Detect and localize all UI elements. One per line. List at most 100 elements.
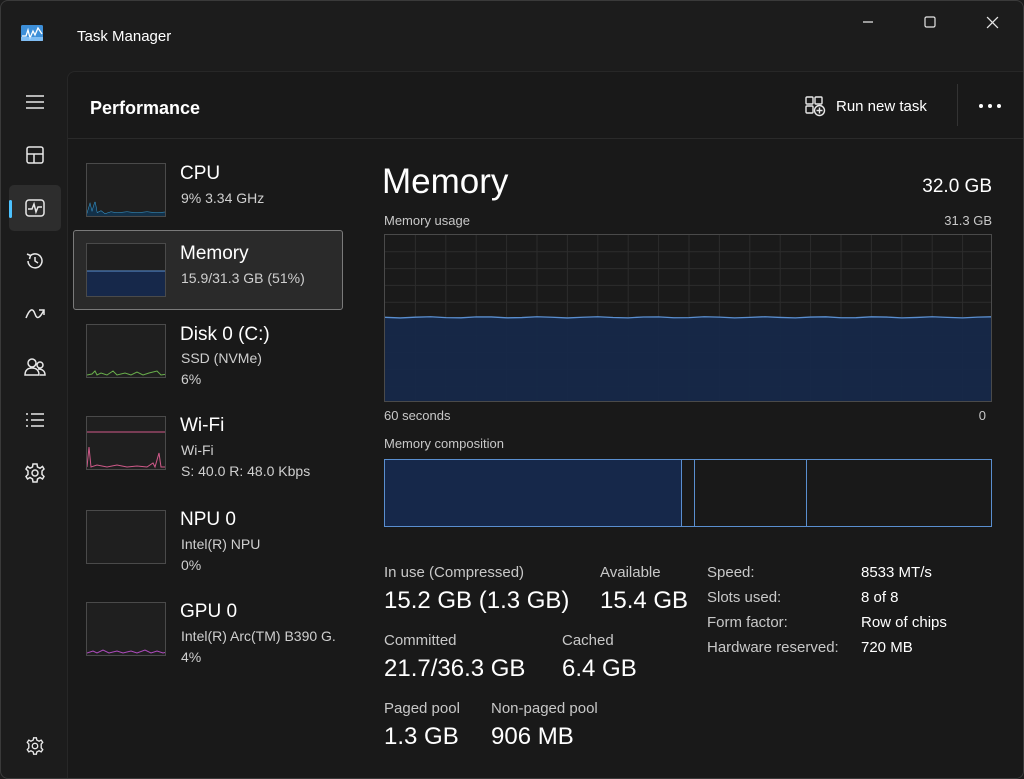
memory-usage-chart [385, 235, 991, 401]
resource-name: NPU 0 [180, 509, 236, 530]
memory-composition-bar [384, 459, 992, 527]
menu-icon [26, 95, 44, 109]
services-icon [25, 463, 45, 483]
resource-detail: Intel(R) NPU [181, 536, 261, 552]
navigation-rail [1, 71, 67, 778]
cpu-thumbnail [86, 163, 166, 217]
page-header: Performance Run new task [68, 72, 1023, 139]
resource-gpu[interactable]: GPU 0 Intel(R) Arc(TM) B390 G. 4% [73, 589, 343, 669]
header-separator [957, 84, 958, 126]
composition-free [807, 460, 991, 526]
resource-memory[interactable]: Memory 15.9/31.3 GB (51%) [73, 230, 343, 310]
run-new-task-icon [805, 96, 826, 117]
users-icon [24, 358, 46, 376]
resource-detail: 9% 3.34 GHz [181, 190, 265, 206]
graph-time-left: 60 seconds [384, 408, 451, 423]
more-options-button[interactable] [970, 92, 1010, 120]
resource-detail: Intel(R) Arc(TM) B390 G. [181, 628, 336, 644]
nav-details[interactable] [9, 397, 61, 443]
memory-usage-label: Memory usage [384, 213, 470, 228]
app-history-icon [26, 253, 43, 269]
nonpaged-pool-value: 906 MB [491, 723, 574, 750]
active-indicator [9, 200, 12, 218]
paged-pool-label: Paged pool [384, 700, 460, 717]
slots-value: 8 of 8 [861, 589, 899, 606]
cached-value: 6.4 GB [562, 655, 637, 682]
run-new-task-label: Run new task [836, 97, 927, 115]
nav-settings[interactable] [9, 723, 61, 769]
performance-icon [25, 199, 45, 217]
resource-detail: SSD (NVMe) [181, 350, 262, 366]
resource-name: Wi-Fi [180, 415, 225, 436]
resource-detail: 15.9/31.3 GB (51%) [181, 270, 305, 286]
disk-thumbnail [86, 324, 166, 378]
nav-performance[interactable] [9, 185, 61, 231]
wifi-thumbnail [86, 416, 166, 470]
speed-label: Speed: [707, 564, 755, 581]
hardware-reserved-value: 720 MB [861, 639, 913, 656]
paged-pool-value: 1.3 GB [384, 723, 459, 750]
committed-value: 21.7/36.3 GB [384, 655, 526, 682]
run-new-task-button[interactable]: Run new task [804, 92, 927, 120]
startup-apps-icon [25, 309, 45, 319]
committed-label: Committed [384, 632, 457, 649]
resource-name: Memory [180, 243, 249, 264]
processes-icon [26, 146, 44, 164]
page-title: Performance [90, 98, 201, 118]
hardware-reserved-label: Hardware reserved: [707, 639, 839, 656]
close-button[interactable] [961, 7, 1023, 37]
cached-label: Cached [562, 632, 614, 649]
speed-value: 8533 MT/s [861, 564, 932, 581]
resource-cpu[interactable]: CPU 9% 3.34 GHz [73, 150, 343, 230]
composition-in-use [385, 460, 682, 526]
minimize-icon [863, 21, 873, 23]
resource-name: CPU [180, 163, 221, 184]
nav-app-history[interactable] [9, 238, 61, 284]
available-value: 15.4 GB [600, 587, 689, 614]
available-label: Available [600, 564, 661, 581]
memory-total: 32.0 GB [922, 176, 992, 197]
minimize-button[interactable] [837, 7, 899, 37]
memory-thumbnail [86, 243, 166, 297]
menu-button[interactable] [9, 79, 61, 125]
memory-composition-label: Memory composition [384, 436, 504, 451]
close-icon [986, 16, 998, 28]
memory-usage-max: 31.3 GB [944, 213, 992, 228]
memory-usage-area [385, 316, 991, 401]
task-manager-window: Task Manager Performance Run new task CP… [0, 0, 1024, 779]
details-icon [26, 413, 44, 427]
in-use-value: 15.2 GB (1.3 GB) [384, 587, 570, 614]
resource-npu[interactable]: NPU 0 Intel(R) NPU 0% [73, 497, 343, 577]
more-options-icon [979, 104, 1001, 108]
nav-startup-apps[interactable] [9, 291, 61, 337]
resource-wifi[interactable]: Wi-Fi Wi-Fi S: 40.0 R: 48.0 Kbps [73, 405, 343, 485]
graph-time-right: 0 [978, 408, 986, 423]
resource-disk[interactable]: Disk 0 (C:) SSD (NVMe) 6% [73, 312, 343, 392]
resource-percent: 4% [181, 649, 202, 665]
resource-name: Disk 0 (C:) [180, 324, 270, 345]
composition-standby [695, 460, 807, 526]
composition-modified [682, 460, 695, 526]
nav-users[interactable] [9, 344, 61, 390]
resource-name: GPU 0 [180, 601, 238, 622]
maximize-icon [924, 16, 936, 28]
form-factor-value: Row of chips [861, 614, 947, 631]
memory-detail-pane: Memory 32.0 GB Memory usage 31.3 GB 60 s… [382, 140, 1022, 778]
nav-services[interactable] [9, 450, 61, 496]
nonpaged-pool-label: Non-paged pool [491, 700, 598, 717]
resource-detail: Wi-Fi [181, 442, 214, 458]
slots-label: Slots used: [707, 589, 782, 606]
settings-icon [26, 737, 44, 755]
task-manager-app-icon [21, 25, 43, 41]
main-panel: Performance Run new task CPU 9% 3.34 GHz… [67, 71, 1023, 778]
maximize-button[interactable] [899, 7, 961, 37]
memory-usage-graph [384, 234, 992, 402]
nav-processes[interactable] [9, 132, 61, 178]
gpu-thumbnail [86, 602, 166, 656]
in-use-label: In use (Compressed) [384, 564, 525, 581]
form-factor-label: Form factor: [707, 614, 788, 631]
resource-percent: 6% [181, 371, 202, 387]
npu-thumbnail [86, 510, 166, 564]
app-title: Task Manager [77, 28, 172, 45]
title-bar: Task Manager [1, 1, 1023, 71]
